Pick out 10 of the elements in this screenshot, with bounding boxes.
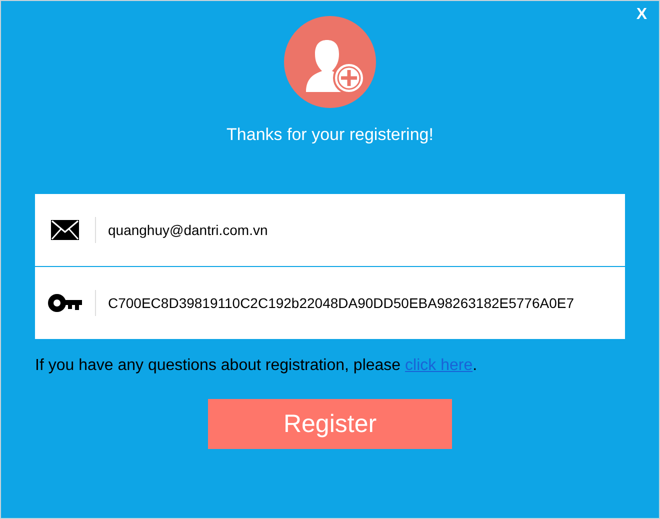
email-field[interactable]: quanghuy@dantri.com.vn [108,222,616,238]
key-icon [48,294,82,312]
key-field[interactable]: C700EC8D39819110C2C192b22048DA90DD50EBA98263182E5776A0E7 [108,295,616,311]
help-text: If you have any questions about registration, please click here. [35,357,478,375]
register-button[interactable]: Register [208,399,452,449]
envelope-icon [51,220,79,240]
add-user-icon [284,16,376,108]
close-button[interactable]: X [636,6,647,24]
thank-you-message: Thanks for your registering! [226,125,434,145]
click-here-link[interactable]: click here [405,357,473,374]
